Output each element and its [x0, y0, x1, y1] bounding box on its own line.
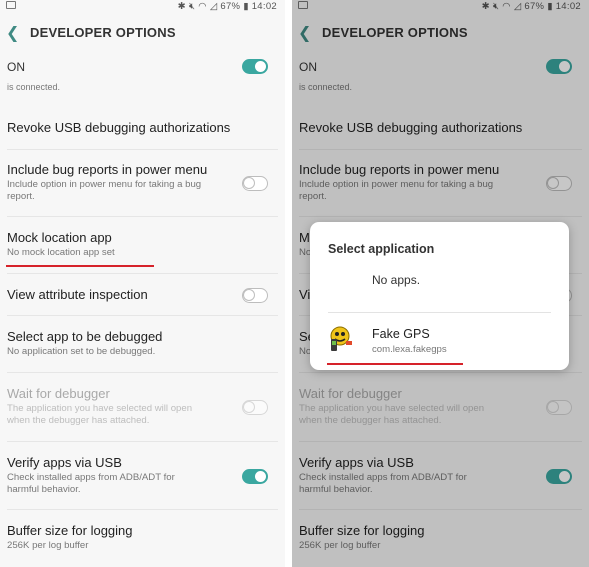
- master-switch-row[interactable]: ON: [0, 52, 285, 82]
- row-title: Wait for debugger: [7, 386, 110, 401]
- developer-options-screen-left: ✱ 🔇︎ ◠ ◿ 67% ▮ 14:02 ❮ DEVELOPER OPTIONS…: [0, 0, 285, 567]
- divider-gutter: [285, 0, 292, 567]
- row-toggle[interactable]: [242, 469, 268, 484]
- master-switch-label: ON: [7, 60, 25, 74]
- row-title: Verify apps via USB: [7, 455, 122, 470]
- settings-row[interactable]: Buffer size for logging 256K per log buff…: [7, 523, 285, 552]
- row-divider: [7, 315, 278, 316]
- row-title: Select app to be debugged: [7, 329, 163, 344]
- fake-gps-app-icon: [330, 326, 352, 351]
- row-toggle[interactable]: [242, 288, 268, 303]
- row-divider: [7, 441, 278, 442]
- settings-row[interactable]: Mock location app No mock location app se…: [7, 230, 285, 259]
- row-title: Mock location app: [7, 230, 112, 245]
- option-no-apps[interactable]: No apps.: [372, 273, 420, 287]
- row-toggle: [242, 400, 268, 415]
- settings-row[interactable]: Select app to be debugged No application …: [7, 329, 285, 358]
- bluetooth-icon: ✱: [177, 1, 187, 12]
- row-subtitle: The application you have selected will o…: [7, 403, 193, 426]
- previous-item-subtitle: is connected.: [7, 82, 61, 92]
- row-subtitle: Include option in power menu for taking …: [7, 179, 202, 202]
- battery-percent: 67%: [220, 1, 241, 12]
- toggle-knob: [243, 401, 255, 413]
- highlight-underline: [327, 363, 463, 365]
- settings-row[interactable]: Revoke USB debugging authorizations: [7, 120, 285, 135]
- status-time: 14:02: [251, 1, 277, 12]
- row-subtitle: No mock location app set: [7, 247, 115, 258]
- row-title: Buffer size for logging: [7, 523, 133, 538]
- row-subtitle: Check installed apps from ADB/ADT for ha…: [7, 472, 175, 495]
- highlight-underline: [6, 265, 154, 267]
- row-divider: [7, 372, 278, 373]
- row-title: Include bug reports in power menu: [7, 162, 208, 177]
- row-toggle[interactable]: [242, 176, 268, 191]
- dialog-divider: [328, 312, 551, 313]
- row-divider: [7, 216, 278, 217]
- row-subtitle: 256K per log buffer: [7, 540, 89, 551]
- row-subtitle: No application set to be debugged.: [7, 346, 156, 357]
- row-divider: [7, 149, 278, 150]
- back-arrow-icon[interactable]: ❮: [6, 23, 19, 43]
- battery-icon: ▮: [243, 1, 249, 12]
- image-icon: [6, 1, 16, 12]
- status-bar: ✱ 🔇︎ ◠ ◿ 67% ▮ 14:02: [0, 0, 285, 13]
- row-divider: [7, 273, 278, 274]
- page-title: DEVELOPER OPTIONS: [30, 25, 176, 40]
- toggle-knob: [243, 177, 255, 189]
- toggle-knob: [254, 470, 267, 483]
- app-package: com.lexa.fakegps: [372, 344, 447, 355]
- wifi-icon: ◠: [198, 1, 207, 12]
- toggle-knob: [243, 289, 255, 301]
- dialog-title: Select application: [328, 242, 435, 256]
- row-divider: [7, 509, 278, 510]
- no-signal-icon: ◿: [209, 1, 218, 12]
- title-bar: ❮ DEVELOPER OPTIONS: [0, 14, 285, 52]
- mute-icon: 🔇︎: [189, 1, 196, 12]
- select-application-dialog: Select application No apps. Fake GPS com…: [310, 222, 569, 370]
- app-name: Fake GPS: [372, 327, 430, 341]
- master-toggle[interactable]: [242, 59, 268, 74]
- toggle-knob: [254, 60, 267, 73]
- row-title: Revoke USB debugging authorizations: [7, 120, 231, 135]
- option-fake-gps[interactable]: Fake GPS com.lexa.fakegps: [328, 323, 553, 359]
- status-right: ✱ 🔇︎ ◠ ◿ 67% ▮ 14:02: [178, 1, 277, 12]
- developer-options-screen-right: ✱ 🔇︎ ◠ ◿ 67% ▮ 14:02 ❮ DEVELOPER OPTIONS…: [292, 0, 589, 567]
